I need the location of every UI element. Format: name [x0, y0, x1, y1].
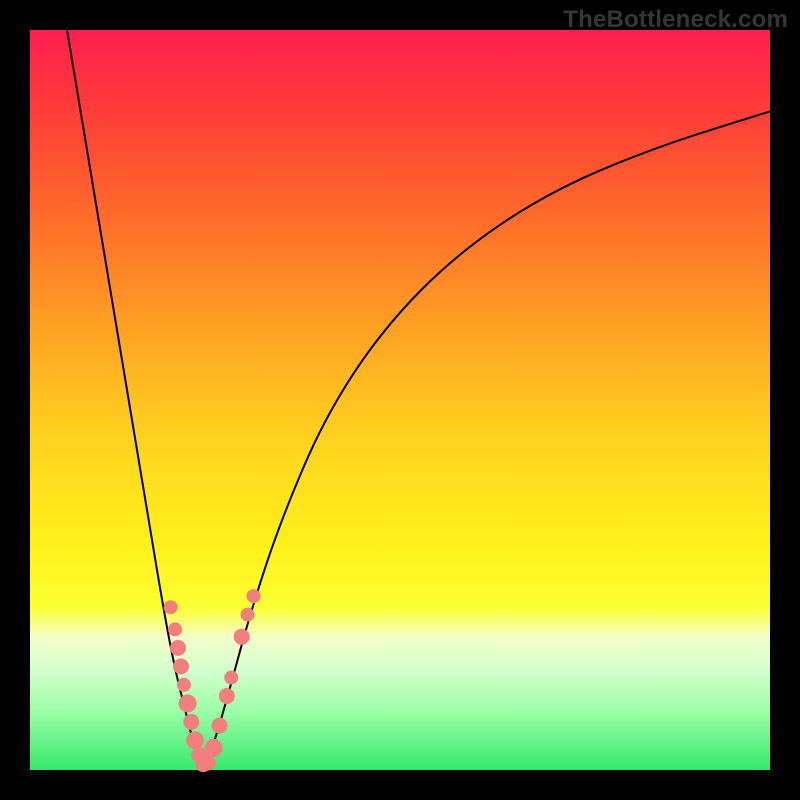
chart-frame: TheBottleneck.com [0, 0, 800, 800]
data-point [179, 694, 197, 712]
data-point [173, 658, 189, 674]
data-point [164, 600, 178, 614]
watermark-text: TheBottleneck.com [563, 6, 788, 34]
data-point [205, 739, 223, 757]
data-point [177, 678, 191, 692]
data-point [211, 718, 227, 734]
data-point [186, 731, 204, 749]
data-point [170, 640, 186, 656]
data-point [234, 629, 250, 645]
data-point [183, 714, 199, 730]
plot-area [30, 30, 770, 770]
data-point [200, 755, 216, 771]
data-point [219, 688, 235, 704]
curve-right-branch [203, 111, 770, 770]
curve-svg [30, 30, 770, 770]
data-point [224, 671, 238, 685]
data-point [246, 589, 260, 603]
data-point [168, 622, 182, 636]
data-point [241, 608, 255, 622]
